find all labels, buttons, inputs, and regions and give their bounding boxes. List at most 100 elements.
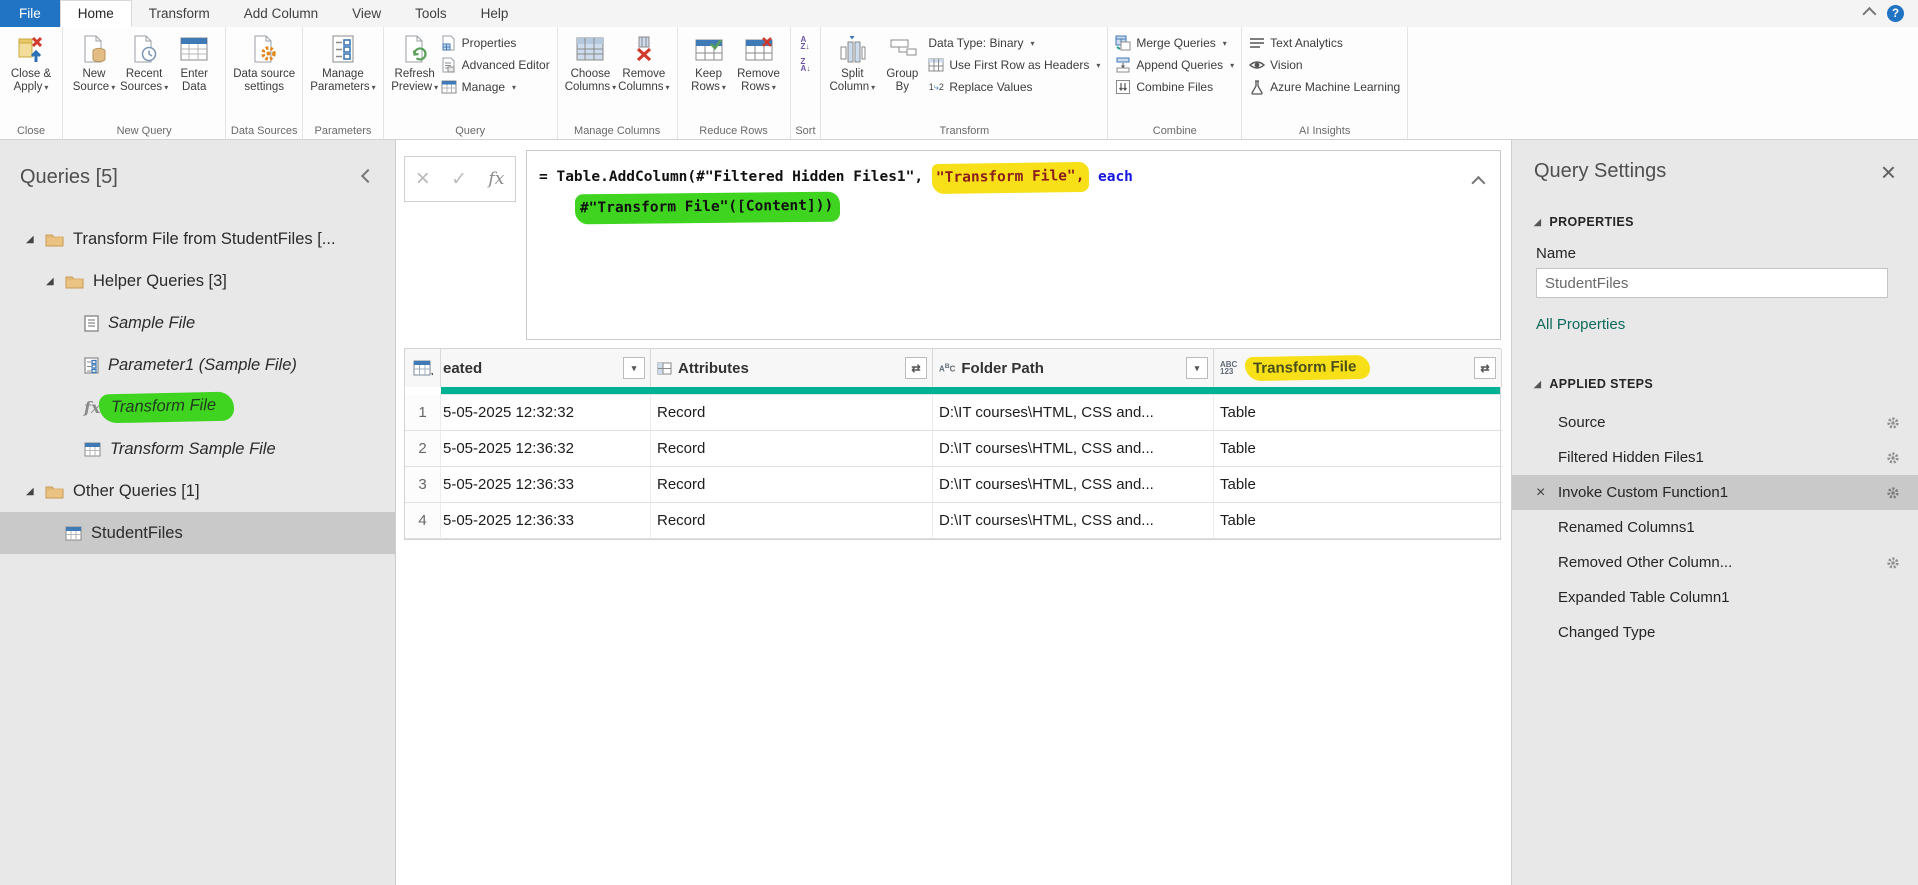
column-header-transform-file[interactable]: ABC123 Transform File ⇄ <box>1214 349 1502 387</box>
table-row[interactable]: 1 5-05-2025 12:32:32 Record D:\IT course… <box>405 395 1500 431</box>
row-number[interactable]: 1 <box>405 395 441 431</box>
tab-home[interactable]: Home <box>60 0 132 27</box>
cell-date-created[interactable]: 5-05-2025 12:36:32 <box>441 431 651 467</box>
query-name-input[interactable] <box>1536 268 1888 298</box>
gear-icon[interactable] <box>1886 451 1900 465</box>
tab-view[interactable]: View <box>335 0 398 27</box>
help-icon[interactable]: ? <box>1887 5 1904 22</box>
use-first-row-as-headers-button[interactable]: Use First Row as Headers▾ <box>928 56 1100 74</box>
tab-help[interactable]: Help <box>464 0 526 27</box>
step-invoke-custom-function1[interactable]: × Invoke Custom Function1 <box>1512 475 1918 510</box>
tree-item-studentfiles[interactable]: StudentFiles <box>0 512 395 554</box>
properties-button[interactable]: Properties <box>441 34 550 52</box>
cell-date-created[interactable]: 5-05-2025 12:36:33 <box>441 503 651 539</box>
table-row[interactable]: 3 5-05-2025 12:36:33 Record D:\IT course… <box>405 467 1500 503</box>
cell-date-created[interactable]: 5-05-2025 12:36:33 <box>441 467 651 503</box>
step-source[interactable]: Source <box>1512 405 1918 440</box>
step-renamed-columns1[interactable]: Renamed Columns1 <box>1512 510 1918 545</box>
cell-folder-path[interactable]: D:\IT courses\HTML, CSS and... <box>933 467 1214 503</box>
select-all-cell[interactable] <box>405 349 441 387</box>
expanded-triangle-icon[interactable]: ◢ <box>26 234 37 245</box>
tree-item-transform-file[interactable]: fx Transform File <box>0 386 395 428</box>
all-properties-link[interactable]: All Properties <box>1512 298 1918 333</box>
expand-column-icon[interactable]: ⇄ <box>1474 357 1496 379</box>
cell-folder-path[interactable]: D:\IT courses\HTML, CSS and... <box>933 395 1214 431</box>
group-by-button[interactable]: GroupBy <box>878 27 926 94</box>
delete-step-icon[interactable]: × <box>1536 484 1558 502</box>
tab-add-column[interactable]: Add Column <box>227 0 335 27</box>
cell-folder-path[interactable]: D:\IT courses\HTML, CSS and... <box>933 503 1214 539</box>
commit-formula-icon[interactable]: ✓ <box>451 168 467 191</box>
tab-tools[interactable]: Tools <box>398 0 464 27</box>
expanded-triangle-icon[interactable]: ◢ <box>26 486 37 497</box>
filter-dropdown-icon[interactable]: ▾ <box>1186 357 1208 379</box>
cell-attributes-record-link[interactable]: Record <box>651 467 933 503</box>
tree-item-parameter1-sample-file[interactable]: Parameter1 (Sample File) <box>0 344 395 386</box>
choose-columns-button[interactable]: ChooseColumns▾ <box>565 27 616 94</box>
split-column-button[interactable]: SplitColumn▾ <box>828 27 876 94</box>
cell-transform-file-table-link[interactable]: Table <box>1214 431 1502 467</box>
collapse-queries-pane-button[interactable] <box>359 164 377 190</box>
combine-files-button[interactable]: Combine Files <box>1115 78 1234 96</box>
gear-icon[interactable] <box>1886 416 1900 430</box>
table-row[interactable]: 4 5-05-2025 12:36:33 Record D:\IT course… <box>405 503 1500 539</box>
step-filtered-hidden-files1[interactable]: Filtered Hidden Files1 <box>1512 440 1918 475</box>
tab-transform[interactable]: Transform <box>132 0 227 27</box>
gear-icon[interactable] <box>1886 486 1900 500</box>
cell-folder-path[interactable]: D:\IT courses\HTML, CSS and... <box>933 431 1214 467</box>
row-number[interactable]: 4 <box>405 503 441 539</box>
collapse-ribbon-icon[interactable] <box>1862 6 1876 20</box>
cell-attributes-record-link[interactable]: Record <box>651 503 933 539</box>
keep-rows-button[interactable]: KeepRows▾ <box>685 27 733 94</box>
sort-ascending-button[interactable]: AZ↓ <box>798 35 813 51</box>
cell-attributes-record-link[interactable]: Record <box>651 431 933 467</box>
tree-item-sample-file[interactable]: Sample File <box>0 302 395 344</box>
refresh-preview-button[interactable]: RefreshPreview▾ <box>391 27 439 94</box>
column-header-attributes[interactable]: Attributes ⇄ <box>651 349 933 387</box>
data-type-button[interactable]: Data Type: Binary▾ <box>928 34 1100 52</box>
collapse-formula-bar-button[interactable] <box>1468 167 1486 202</box>
cell-transform-file-table-link[interactable]: Table <box>1214 467 1502 503</box>
step-expanded-table-column1[interactable]: Expanded Table Column1 <box>1512 580 1918 615</box>
step-removed-other-columns[interactable]: Removed Other Column... <box>1512 545 1918 580</box>
expand-column-icon[interactable]: ⇄ <box>905 357 927 379</box>
filter-dropdown-icon[interactable]: ▾ <box>623 357 645 379</box>
new-source-button[interactable]: NewSource▾ <box>70 27 118 94</box>
enter-data-button[interactable]: EnterData <box>170 27 218 94</box>
expanded-triangle-icon[interactable]: ◢ <box>46 276 57 287</box>
text-analytics-button[interactable]: Text Analytics <box>1249 34 1400 52</box>
remove-rows-button[interactable]: RemoveRows▾ <box>735 27 783 94</box>
azure-machine-learning-button[interactable]: Azure Machine Learning <box>1249 78 1400 96</box>
properties-section-header[interactable]: ◢ PROPERTIES <box>1512 215 1918 229</box>
applied-steps-section-header[interactable]: ◢ APPLIED STEPS <box>1512 377 1918 391</box>
tree-item-helper-queries[interactable]: ◢ Helper Queries [3] <box>0 260 395 302</box>
merge-queries-button[interactable]: Merge Queries▾ <box>1115 34 1234 52</box>
cell-attributes-record-link[interactable]: Record <box>651 395 933 431</box>
tab-file[interactable]: File <box>0 0 60 27</box>
close-apply-button[interactable]: Close &Apply▾ <box>7 27 55 94</box>
column-header-folder-path[interactable]: ABC Folder Path ▾ <box>933 349 1214 387</box>
gear-icon[interactable] <box>1886 556 1900 570</box>
sort-descending-button[interactable]: ZA↓ <box>798 57 814 73</box>
advanced-editor-button[interactable]: Advanced Editor <box>441 56 550 74</box>
row-number[interactable]: 2 <box>405 431 441 467</box>
cancel-formula-icon[interactable]: × <box>416 167 430 191</box>
cell-date-created[interactable]: 5-05-2025 12:32:32 <box>441 395 651 431</box>
tree-item-transform-sample-file[interactable]: Transform Sample File <box>0 428 395 470</box>
cell-transform-file-table-link[interactable]: Table <box>1214 503 1502 539</box>
cell-transform-file-table-link[interactable]: Table <box>1214 395 1502 431</box>
tree-item-other-queries[interactable]: ◢ Other Queries [1] <box>0 470 395 512</box>
data-source-settings-button[interactable]: Data sourcesettings <box>233 27 295 94</box>
column-header-date-created[interactable]: eated ▾ <box>441 349 651 387</box>
step-changed-type[interactable]: Changed Type <box>1512 615 1918 650</box>
recent-sources-button[interactable]: RecentSources▾ <box>120 27 168 94</box>
row-number[interactable]: 3 <box>405 467 441 503</box>
close-pane-icon[interactable]: × <box>1881 162 1896 182</box>
remove-columns-button[interactable]: RemoveColumns▾ <box>618 27 669 94</box>
tree-item-transform-file-from-studentfiles[interactable]: ◢ Transform File from StudentFiles [... <box>0 218 395 260</box>
vision-button[interactable]: Vision <box>1249 56 1400 74</box>
table-row[interactable]: 2 5-05-2025 12:36:32 Record D:\IT course… <box>405 431 1500 467</box>
replace-values-button[interactable]: 1⤷2 Replace Values <box>928 78 1100 96</box>
append-queries-button[interactable]: Append Queries▾ <box>1115 56 1234 74</box>
fx-icon[interactable]: fx <box>488 169 504 189</box>
